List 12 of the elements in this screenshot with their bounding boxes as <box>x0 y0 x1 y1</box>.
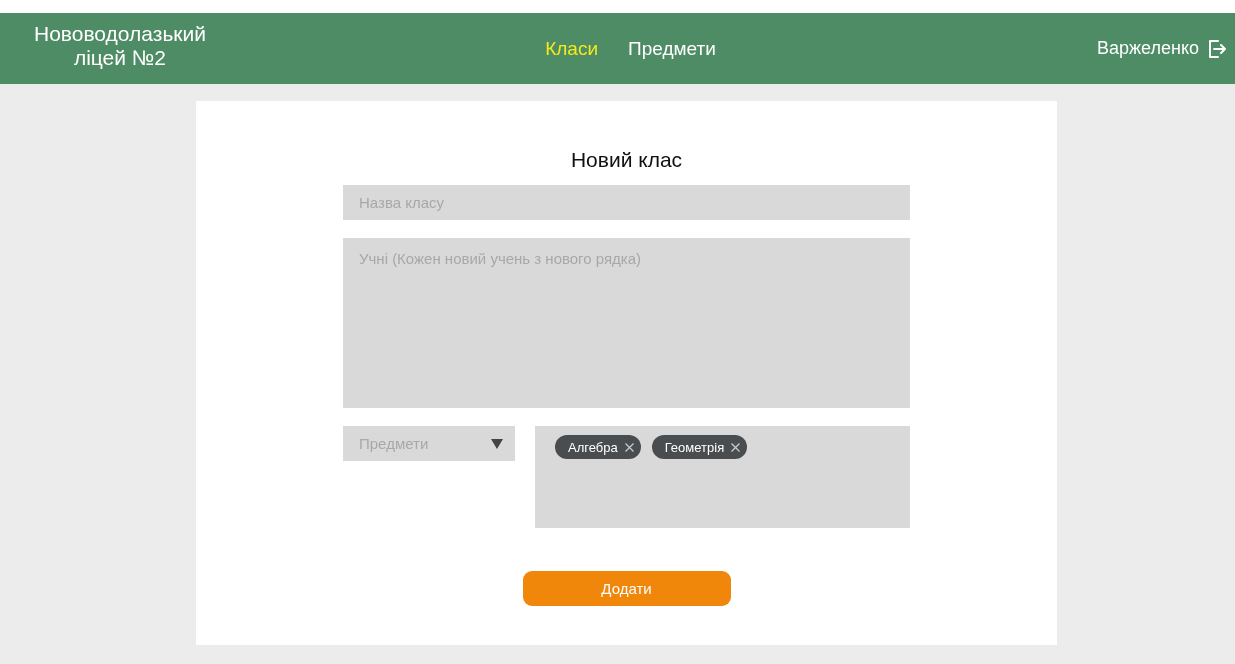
school-name: Нововодолазький ліцей №2 <box>34 21 206 70</box>
logout-icon[interactable] <box>1207 38 1227 59</box>
form-title: Новий клас <box>570 148 683 172</box>
dropdown-arrow-icon <box>491 438 503 449</box>
nav-link[interactable]: Предмети <box>628 37 716 60</box>
chip-label: Геометрія <box>664 439 725 455</box>
chip-label: Алгебра <box>568 439 618 455</box>
add-button[interactable]: Додати <box>522 571 731 606</box>
close-icon[interactable] <box>624 442 634 452</box>
close-icon[interactable] <box>731 442 741 452</box>
user-name: Варжеленко <box>1096 38 1199 59</box>
nav-link[interactable]: Класи <box>545 37 599 60</box>
